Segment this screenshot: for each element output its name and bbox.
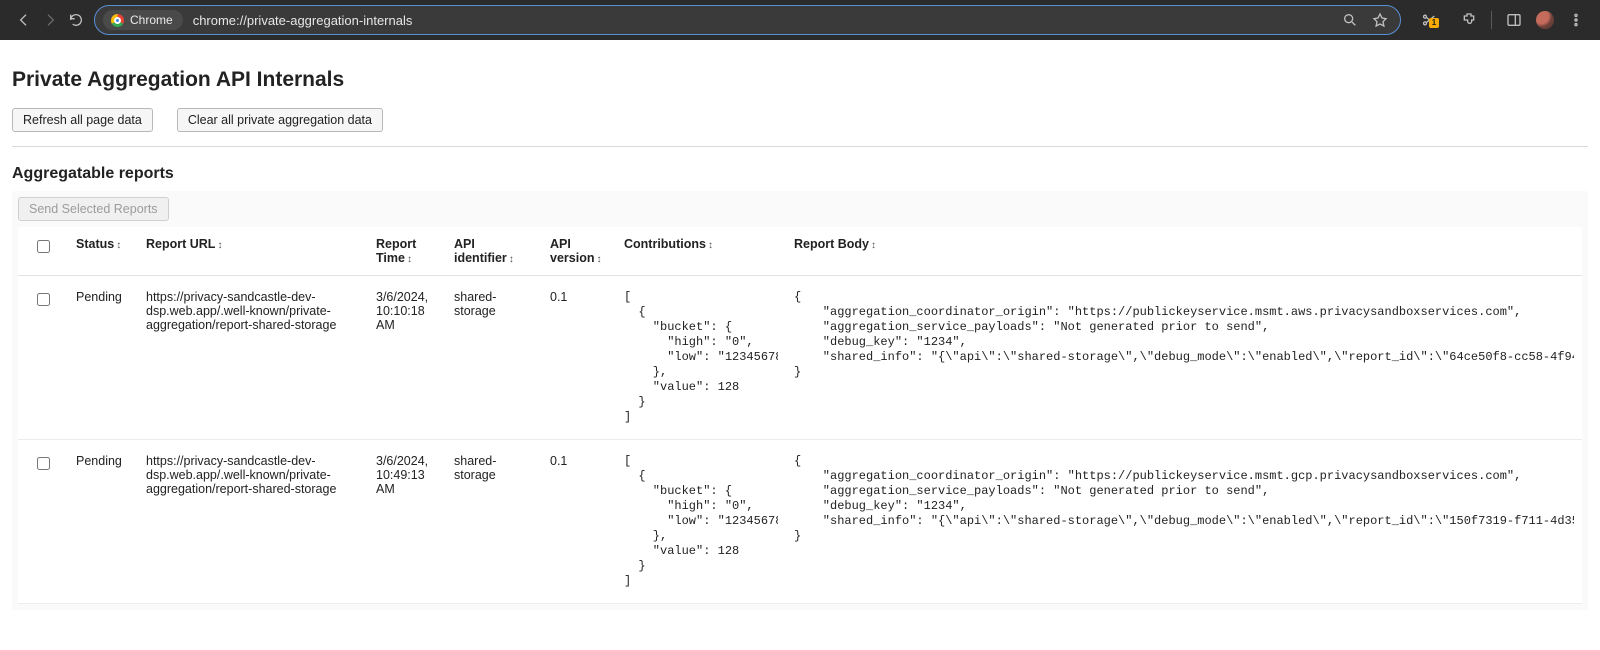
header-api-label: API identifier [454, 237, 507, 265]
send-selected-button[interactable]: Send Selected Reports [18, 197, 169, 221]
row-checkbox[interactable] [37, 457, 50, 470]
chrome-logo-icon [111, 14, 124, 27]
cell-status: Pending [68, 440, 138, 604]
body-pre: { "aggregation_coordinator_origin": "htt… [794, 290, 1574, 380]
page-title: Private Aggregation API Internals [12, 68, 1588, 92]
sort-icon: ↕ [407, 254, 410, 265]
table-header-row: Status↕ Report URL↕ Report Time↕ API ide… [18, 227, 1582, 276]
toolbar-divider [1491, 11, 1492, 29]
header-api[interactable]: API identifier↕ [446, 227, 542, 276]
zoom-icon[interactable] [1342, 12, 1358, 28]
forward-icon[interactable] [42, 12, 58, 28]
reload-icon[interactable] [68, 12, 84, 28]
menu-kebab-icon[interactable] [1568, 12, 1584, 28]
header-status[interactable]: Status↕ [68, 227, 138, 276]
sort-icon: ↕ [871, 240, 874, 251]
omnibox-url: chrome://private-aggregation-internals [193, 13, 413, 28]
body-pre: { "aggregation_coordinator_origin": "htt… [794, 454, 1574, 544]
cell-version: 0.1 [542, 276, 616, 440]
reports-panel: Send Selected Reports Status↕ Report URL… [12, 191, 1588, 610]
action-row: Refresh all page data Clear all private … [12, 108, 1588, 132]
table-row: Pending https://privacy-sandcastle-dev-d… [18, 276, 1582, 440]
profile-avatar[interactable] [1536, 11, 1554, 29]
browser-actions: 1 [1407, 11, 1592, 29]
contributions-pre: [ { "bucket": { "high": "0", "low": "123… [624, 454, 778, 589]
header-status-label: Status [76, 237, 114, 251]
nav-controls [8, 12, 88, 28]
side-panel-icon[interactable] [1506, 12, 1522, 28]
sort-icon: ↕ [217, 240, 220, 251]
site-chip-label: Chrome [130, 13, 173, 27]
clear-data-button[interactable]: Clear all private aggregation data [177, 108, 383, 132]
site-chip[interactable]: Chrome [103, 10, 183, 30]
section-title: Aggregatable reports [12, 165, 1588, 183]
cell-version: 0.1 [542, 440, 616, 604]
cell-body: { "aggregation_coordinator_origin": "htt… [786, 440, 1582, 604]
header-contributions[interactable]: Contributions↕ [616, 227, 786, 276]
header-body-label: Report Body [794, 237, 869, 251]
table-row: Pending https://privacy-sandcastle-dev-d… [18, 440, 1582, 604]
select-all-checkbox[interactable] [37, 240, 50, 253]
cell-time: 3/6/2024, 10:49:13 AM [368, 440, 446, 604]
extensions-icon[interactable] [1461, 12, 1477, 28]
sort-icon: ↕ [596, 254, 599, 265]
reports-table: Status↕ Report URL↕ Report Time↕ API ide… [18, 227, 1582, 604]
header-url-label: Report URL [146, 237, 215, 251]
cell-url: https://privacy-sandcastle-dev-dsp.web.a… [138, 276, 368, 440]
header-version[interactable]: API version↕ [542, 227, 616, 276]
cell-time: 3/6/2024, 10:10:18 AM [368, 276, 446, 440]
sort-icon: ↕ [708, 240, 711, 251]
cell-body: { "aggregation_coordinator_origin": "htt… [786, 276, 1582, 440]
header-url[interactable]: Report URL↕ [138, 227, 368, 276]
header-version-label: API version [550, 237, 594, 265]
sort-icon: ↕ [116, 240, 119, 251]
omnibox[interactable]: Chrome chrome://private-aggregation-inte… [94, 5, 1401, 35]
cell-api: shared-storage [446, 440, 542, 604]
back-icon[interactable] [16, 12, 32, 28]
cell-contributions: [ { "bucket": { "high": "0", "low": "123… [616, 440, 786, 604]
cell-url: https://privacy-sandcastle-dev-dsp.web.a… [138, 440, 368, 604]
header-time-label: Report Time [376, 237, 416, 265]
header-time[interactable]: Report Time↕ [368, 227, 446, 276]
browser-toolbar: Chrome chrome://private-aggregation-inte… [0, 0, 1600, 40]
refresh-button[interactable]: Refresh all page data [12, 108, 153, 132]
bookmark-star-icon[interactable] [1372, 12, 1388, 28]
cell-status: Pending [68, 276, 138, 440]
sort-icon: ↕ [509, 254, 512, 265]
cell-contributions: [ { "bucket": { "high": "0", "low": "123… [616, 276, 786, 440]
section-divider [12, 146, 1588, 147]
cell-api: shared-storage [446, 276, 542, 440]
header-body[interactable]: Report Body↕ [786, 227, 1582, 276]
contributions-pre: [ { "bucket": { "high": "0", "low": "123… [624, 290, 778, 425]
header-contributions-label: Contributions [624, 237, 706, 251]
page-content: Private Aggregation API Internals Refres… [0, 40, 1600, 650]
extension-badge: 1 [1429, 18, 1439, 28]
header-checkbox [18, 227, 68, 276]
row-checkbox[interactable] [37, 293, 50, 306]
